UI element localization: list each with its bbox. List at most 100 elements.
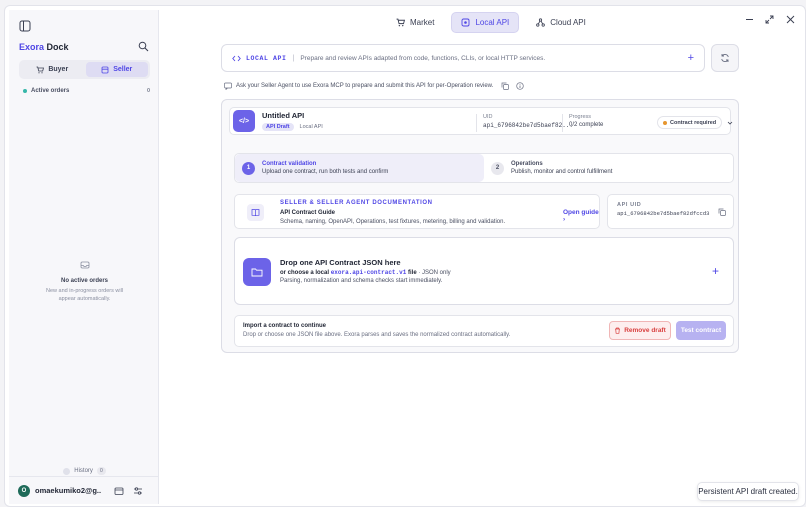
avatar[interactable]: O: [18, 484, 30, 497]
command-bar[interactable]: LOCAL API | Prepare and review APIs adap…: [221, 44, 705, 72]
api-type-label: Local API: [299, 124, 323, 130]
cart-icon: [396, 18, 405, 27]
chat-icon: [224, 82, 232, 90]
step-contract-validation[interactable]: 1 Contract validation Upload one contrac…: [235, 154, 484, 182]
step-number: 2: [491, 161, 504, 175]
agent-hint: Ask your Seller Agent to use Exora MCP t…: [224, 82, 525, 90]
command-bar-description: Prepare and review APIs adapted from cod…: [300, 54, 546, 62]
sidebar-toggle-icon[interactable]: [19, 20, 31, 32]
step-operations[interactable]: 2 Operations Publish, monitor and contro…: [484, 154, 733, 182]
doc-guide-title: API Contract Guide: [280, 210, 336, 216]
uid-block: UID api_6796842be7d5baef82...: [476, 114, 573, 132]
tab-market[interactable]: Market: [387, 12, 443, 33]
history-count: 0: [96, 467, 106, 475]
role-buyer-button[interactable]: Buyer: [21, 62, 84, 77]
footer-description: Drop or choose one JSON file above. Exor…: [243, 332, 511, 338]
documentation-card: SELLER & SELLER AGENT DOCUMENTATION API …: [234, 194, 600, 229]
step-subtitle: Upload one contract, run both tests and …: [262, 169, 389, 175]
dropzone-json-only: · JSON only: [418, 270, 451, 276]
command-bar-tag: LOCAL API: [246, 54, 287, 62]
test-contract-button[interactable]: Test contract: [676, 321, 726, 340]
api-badges: API Draft Local API: [262, 123, 323, 131]
remove-draft-button[interactable]: Remove draft: [609, 321, 671, 340]
chevron-right-icon: ›: [563, 216, 566, 223]
tab-market-label: Market: [410, 18, 435, 27]
info-icon[interactable]: [516, 82, 525, 90]
user-name[interactable]: omaekumiko2@g...: [35, 486, 101, 495]
copy-icon[interactable]: [501, 82, 510, 90]
brand-title: Exora Dock: [19, 42, 69, 52]
api-draft-card: </> Untitled API API Draft Local API UID…: [221, 99, 739, 353]
tab-cloud-api[interactable]: Cloud API: [527, 12, 595, 33]
dropzone-subtitle: or choose a local exora.api-contract.v1 …: [280, 269, 451, 276]
api-name: Untitled API: [262, 111, 305, 120]
command-bar-separator: |: [292, 54, 295, 62]
dropzone-suffix: file: [408, 270, 417, 276]
tab-local-api-label: Local API: [475, 18, 510, 27]
status-badge-label: Contract required: [670, 119, 717, 126]
status-dot: [23, 89, 27, 93]
add-file-icon[interactable]: +: [712, 264, 719, 278]
api-uid-value: api_6796842be7d5baef82dfccd3: [617, 210, 710, 217]
add-icon[interactable]: +: [688, 52, 694, 64]
progress-value: 0/2 complete: [569, 122, 604, 128]
contract-dropzone[interactable]: Drop one API Contract JSON here or choos…: [234, 237, 734, 305]
search-icon[interactable]: [138, 41, 149, 52]
book-icon: [247, 204, 264, 221]
doc-section-title: SELLER & SELLER AGENT DOCUMENTATION: [280, 200, 433, 206]
dropzone-note: Parsing, normalization and schema checks…: [280, 278, 443, 284]
tab-cloud-api-label: Cloud API: [550, 18, 586, 27]
remove-draft-label: Remove draft: [624, 327, 666, 334]
history-toggle[interactable]: History 0: [19, 467, 150, 475]
api-draft-badge: API Draft: [262, 123, 294, 131]
api-uid-card: API UID api_6796842be7d5baef82dfccd3: [607, 194, 734, 229]
empty-state: No active orders New and in-progress ord…: [19, 260, 150, 303]
progress-label: Progress: [569, 114, 592, 120]
code-icon: [232, 55, 241, 61]
minimize-icon[interactable]: [745, 15, 754, 24]
trash-icon: [615, 327, 621, 334]
role-switch: Buyer Seller: [19, 60, 150, 79]
uid-label: UID: [483, 114, 493, 120]
tab-local-api[interactable]: Local API: [451, 12, 520, 33]
step-subtitle: Publish, monitor and control fulfillment: [511, 169, 613, 175]
refresh-icon: [721, 54, 729, 62]
import-footer: Import a contract to continue Drop or ch…: [234, 315, 734, 347]
history-label: History: [74, 468, 93, 474]
warning-dot: [663, 120, 667, 125]
role-seller-button[interactable]: Seller: [85, 62, 148, 77]
uid-value: api_6796842be7d5baef82...: [483, 122, 574, 129]
active-orders-header[interactable]: Active orders 0: [23, 88, 150, 94]
dropzone-prefix: or choose a local: [280, 270, 330, 276]
api-uid-label: API UID: [617, 202, 642, 208]
close-icon[interactable]: [786, 15, 795, 24]
api-header[interactable]: </> Untitled API API Draft Local API UID…: [229, 107, 733, 135]
doc-description: Schema, naming, OpenAPI, Operations, tes…: [280, 219, 506, 225]
active-orders-count: 0: [146, 88, 150, 94]
agent-hint-text: Ask your Seller Agent to use Exora MCP t…: [236, 83, 494, 89]
user-bar: O omaekumiko2@g...: [9, 476, 159, 504]
test-contract-label: Test contract: [680, 327, 722, 334]
top-tabs: Market Local API Cloud API: [387, 12, 595, 33]
active-orders-label: Active orders: [31, 88, 70, 94]
app-window: Exora Dock Buyer Seller Active orders 0 …: [4, 5, 806, 507]
store-icon: [101, 66, 109, 73]
maximize-icon[interactable]: [765, 15, 774, 24]
sidebar: Exora Dock Buyer Seller Active orders 0 …: [9, 10, 159, 504]
folder-icon: [243, 258, 271, 286]
brand-part2: Dock: [46, 42, 69, 52]
chevron-down-icon[interactable]: [727, 120, 733, 126]
settings-sliders-icon[interactable]: [133, 486, 143, 496]
step-number: 1: [242, 161, 255, 175]
role-seller-label: Seller: [113, 66, 133, 73]
empty-text: New and in-progress orders will appear a…: [45, 288, 124, 302]
inbox-icon: [80, 261, 89, 269]
wallet-icon[interactable]: [114, 486, 124, 496]
api-name-block: Untitled API API Draft Local API: [262, 111, 323, 131]
copy-icon[interactable]: [718, 208, 726, 216]
open-guide-link[interactable]: Open guide ›: [563, 209, 599, 223]
step-tracker: 1 Contract validation Upload one contrac…: [234, 153, 734, 183]
step-title: Operations: [511, 161, 543, 167]
refresh-button[interactable]: [711, 44, 739, 72]
footer-title: Import a contract to continue: [243, 323, 327, 329]
